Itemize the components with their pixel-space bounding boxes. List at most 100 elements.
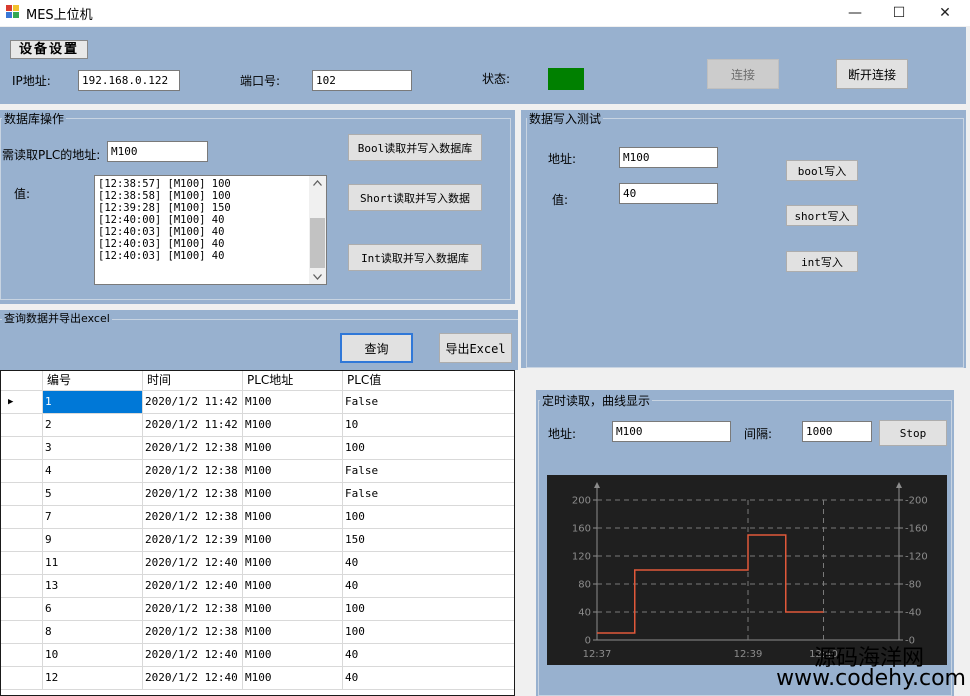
- log-line[interactable]: [12:40:03] [M100] 40: [98, 226, 231, 238]
- grid-cell[interactable]: 7: [43, 506, 143, 529]
- row-header[interactable]: [1, 529, 43, 552]
- bool-read-write-db-button[interactable]: Bool读取并写入数据库: [348, 134, 482, 161]
- grid-cell[interactable]: 4: [43, 460, 143, 483]
- row-header[interactable]: [1, 667, 43, 690]
- column-header[interactable]: 时间: [143, 371, 243, 391]
- grid-cell[interactable]: 150: [343, 529, 514, 552]
- grid-cell[interactable]: M100: [243, 644, 343, 667]
- grid-cell[interactable]: M100: [243, 414, 343, 437]
- grid-cell[interactable]: M100: [243, 667, 343, 690]
- log-line[interactable]: [12:40:03] [M100] 40: [98, 250, 231, 262]
- grid-cell[interactable]: 2020/1/2 12:38: [143, 483, 243, 506]
- grid-cell[interactable]: M100: [243, 460, 343, 483]
- grid-cell[interactable]: 40: [343, 552, 514, 575]
- grid-cell[interactable]: 3: [43, 437, 143, 460]
- grid-cell[interactable]: 6: [43, 598, 143, 621]
- grid-cell[interactable]: 2020/1/2 11:42: [143, 414, 243, 437]
- row-header[interactable]: [1, 414, 43, 437]
- grid-cell[interactable]: 2020/1/2 12:38: [143, 598, 243, 621]
- grid-cell[interactable]: 10: [343, 414, 514, 437]
- grid-cell[interactable]: M100: [243, 437, 343, 460]
- grid-cell[interactable]: M100: [243, 391, 343, 414]
- write-address-input[interactable]: M100: [619, 147, 718, 168]
- grid-cell[interactable]: 2020/1/2 12:38: [143, 506, 243, 529]
- grid-cell[interactable]: 2020/1/2 12:38: [143, 460, 243, 483]
- log-scroll-thumb[interactable]: [310, 218, 325, 268]
- export-excel-button[interactable]: 导出Excel: [439, 333, 512, 363]
- grid-cell[interactable]: False: [343, 460, 514, 483]
- grid-cell[interactable]: M100: [243, 598, 343, 621]
- grid-cell[interactable]: 1: [43, 391, 143, 414]
- interval-input[interactable]: 1000: [802, 421, 872, 442]
- ip-address-input[interactable]: 192.168.0.122: [78, 70, 180, 91]
- log-listbox[interactable]: [12:38:57] [M100] 100 [12:38:58] [M100] 1…: [94, 175, 327, 285]
- grid-cell[interactable]: 100: [343, 506, 514, 529]
- grid-cell[interactable]: False: [343, 391, 514, 414]
- grid-cell[interactable]: 100: [343, 437, 514, 460]
- query-results-grid[interactable]: 编号 时间 PLC地址 PLC值 ▶ 1 2020/1/2 11:42 M100 False 2 2…: [0, 370, 515, 696]
- write-value-input[interactable]: 40: [619, 183, 718, 204]
- row-header[interactable]: [1, 552, 43, 575]
- grid-cell[interactable]: M100: [243, 529, 343, 552]
- grid-cell[interactable]: 2020/1/2 12:39: [143, 529, 243, 552]
- log-scrollbar[interactable]: [309, 176, 326, 284]
- maximize-button[interactable]: ☐: [876, 0, 922, 26]
- row-header[interactable]: [1, 621, 43, 644]
- grid-cell[interactable]: 13: [43, 575, 143, 598]
- minimize-button[interactable]: —: [832, 0, 878, 26]
- int-write-button[interactable]: int写入: [786, 251, 858, 272]
- scroll-up-icon[interactable]: [313, 180, 322, 186]
- grid-cell[interactable]: 9: [43, 529, 143, 552]
- row-header[interactable]: [1, 460, 43, 483]
- row-header[interactable]: [1, 644, 43, 667]
- row-header[interactable]: [1, 483, 43, 506]
- grid-cell[interactable]: 2020/1/2 12:40: [143, 644, 243, 667]
- grid-cell[interactable]: M100: [243, 552, 343, 575]
- query-button[interactable]: 查询: [340, 333, 413, 363]
- grid-cell[interactable]: M100: [243, 621, 343, 644]
- grid-cell[interactable]: 2020/1/2 12:38: [143, 437, 243, 460]
- row-header[interactable]: [1, 598, 43, 621]
- scroll-down-icon[interactable]: [313, 274, 322, 280]
- stop-button[interactable]: Stop: [879, 420, 947, 446]
- grid-corner-header[interactable]: [1, 371, 43, 391]
- row-header[interactable]: [1, 437, 43, 460]
- grid-cell[interactable]: 100: [343, 621, 514, 644]
- grid-cell[interactable]: False: [343, 483, 514, 506]
- row-header[interactable]: [1, 506, 43, 529]
- column-header[interactable]: 编号: [43, 371, 143, 391]
- close-button[interactable]: ✕: [922, 0, 968, 26]
- row-header[interactable]: ▶: [1, 391, 43, 414]
- grid-cell[interactable]: M100: [243, 506, 343, 529]
- bool-write-button[interactable]: bool写入: [786, 160, 858, 181]
- grid-cell[interactable]: 40: [343, 667, 514, 690]
- grid-cell[interactable]: 100: [343, 598, 514, 621]
- grid-cell[interactable]: 2020/1/2 12:40: [143, 552, 243, 575]
- grid-cell[interactable]: M100: [243, 483, 343, 506]
- grid-cell[interactable]: 10: [43, 644, 143, 667]
- grid-cell[interactable]: 40: [343, 644, 514, 667]
- row-header[interactable]: [1, 575, 43, 598]
- grid-cell[interactable]: M100: [243, 575, 343, 598]
- grid-cell[interactable]: 40: [343, 575, 514, 598]
- short-write-button[interactable]: short写入: [786, 205, 858, 226]
- log-line[interactable]: [12:39:28] [M100] 150: [98, 202, 231, 214]
- grid-cell[interactable]: 5: [43, 483, 143, 506]
- log-line[interactable]: [12:38:57] [M100] 100: [98, 178, 231, 190]
- port-input[interactable]: 102: [312, 70, 412, 91]
- grid-cell[interactable]: 2020/1/2 11:42: [143, 391, 243, 414]
- grid-cell[interactable]: 11: [43, 552, 143, 575]
- disconnect-button[interactable]: 断开连接: [836, 59, 908, 89]
- grid-cell[interactable]: 2: [43, 414, 143, 437]
- grid-cell[interactable]: 2020/1/2 12:40: [143, 667, 243, 690]
- grid-cell[interactable]: 2020/1/2 12:38: [143, 621, 243, 644]
- connect-button[interactable]: 连接: [707, 59, 779, 89]
- short-read-write-db-button[interactable]: Short读取并写入数据: [348, 184, 482, 211]
- log-line[interactable]: [12:40:00] [M100] 40: [98, 214, 231, 226]
- timer-address-input[interactable]: M100: [612, 421, 731, 442]
- grid-cell[interactable]: 8: [43, 621, 143, 644]
- plc-address-input[interactable]: M100: [107, 141, 208, 162]
- int-read-write-db-button[interactable]: Int读取并写入数据库: [348, 244, 482, 271]
- grid-cell[interactable]: 2020/1/2 12:40: [143, 575, 243, 598]
- column-header[interactable]: PLC地址: [243, 371, 343, 391]
